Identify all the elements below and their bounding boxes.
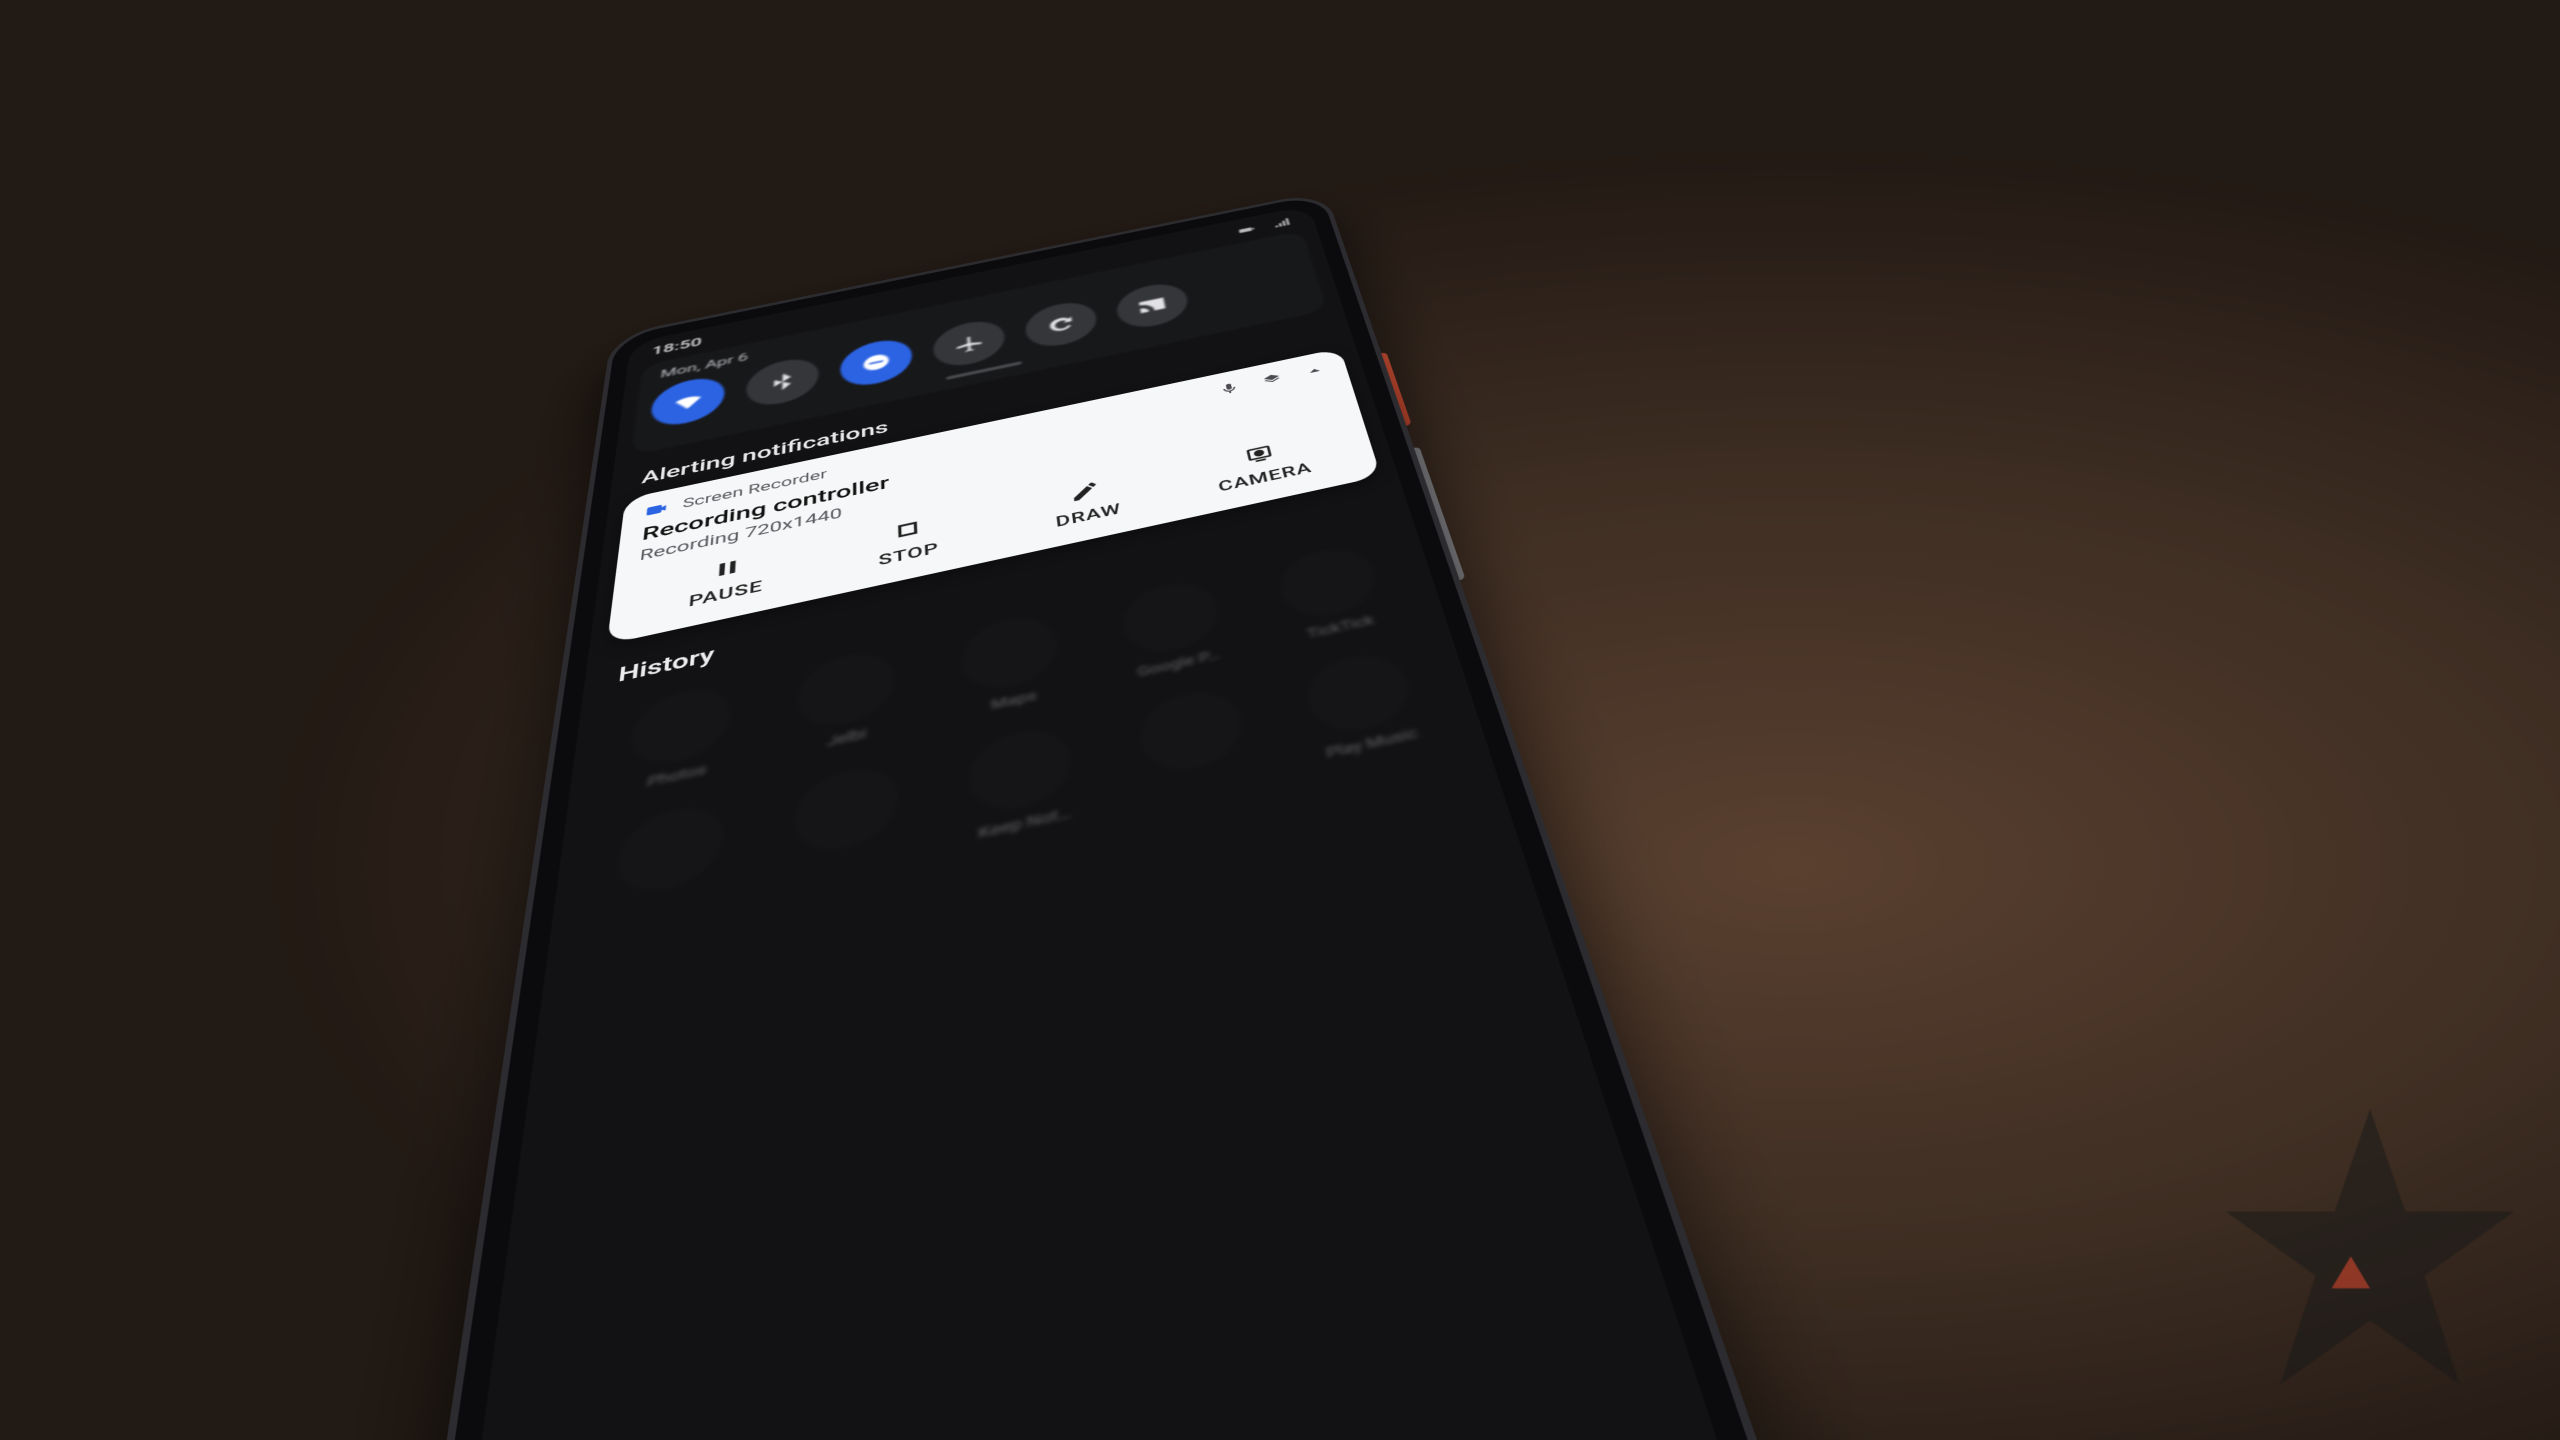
home-app[interactable]: Jelbi xyxy=(771,640,922,763)
home-app[interactable] xyxy=(767,754,927,891)
pause-label: PAUSE xyxy=(688,577,763,611)
home-app[interactable]: Play Music xyxy=(1276,642,1450,770)
home-app[interactable] xyxy=(1110,678,1279,809)
home-app[interactable] xyxy=(583,793,751,934)
draw-label: DRAW xyxy=(1055,500,1123,531)
home-app[interactable]: Keep Not… xyxy=(941,716,1104,850)
airplane-icon xyxy=(952,330,987,356)
home-app[interactable]: Maps xyxy=(936,605,1089,725)
signal-icon xyxy=(1271,216,1293,230)
layers-icon[interactable] xyxy=(1260,371,1284,388)
camera-icon xyxy=(1242,441,1277,466)
phone-body: 18:50 Mon, Apr 6 xyxy=(355,194,1838,1440)
rotate-icon xyxy=(1043,312,1078,337)
stop-icon xyxy=(892,516,924,543)
bluetooth-icon xyxy=(765,369,799,396)
home-app[interactable]: Photos xyxy=(599,676,756,802)
cast-icon xyxy=(1134,293,1170,318)
camera-label: CAMERA xyxy=(1217,459,1314,495)
mic-icon[interactable] xyxy=(1218,380,1242,397)
home-app[interactable]: TickTick xyxy=(1251,536,1414,650)
wifi-icon xyxy=(670,388,706,415)
videocam-icon xyxy=(644,499,671,520)
battery-icon xyxy=(1236,223,1257,237)
pause-icon xyxy=(711,555,744,583)
stop-label: STOP xyxy=(878,539,939,569)
phone: 18:50 Mon, Apr 6 xyxy=(355,194,1838,1440)
pencil-icon xyxy=(1068,478,1102,504)
scene: 18:50 Mon, Apr 6 xyxy=(0,0,2560,1440)
dnd-icon xyxy=(859,349,893,375)
watermark-logo xyxy=(2210,1090,2530,1410)
chevron-up-icon[interactable] xyxy=(1303,362,1327,378)
home-app[interactable]: Google P… xyxy=(1094,570,1252,687)
screen: 18:50 Mon, Apr 6 xyxy=(396,205,1796,1440)
